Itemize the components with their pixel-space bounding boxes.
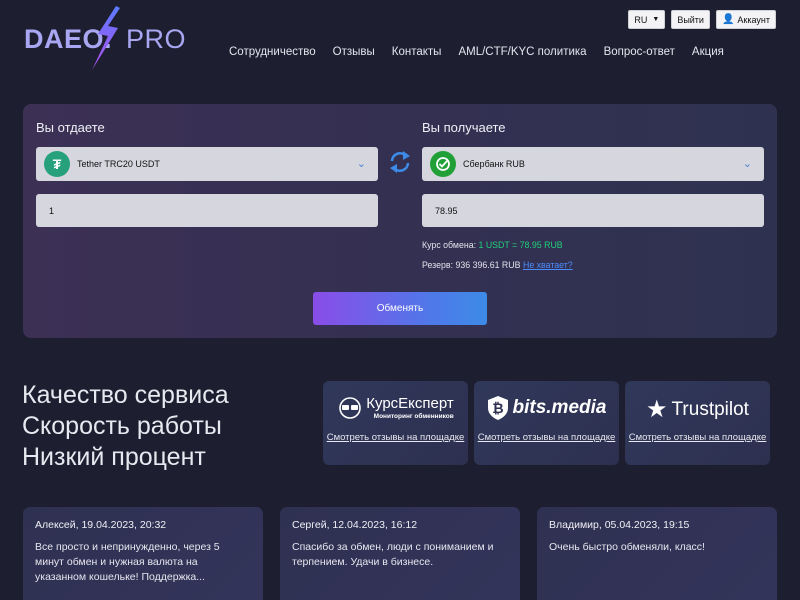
- hero-slogan: Качество сервиса Скорость работы Низкий …: [22, 380, 229, 473]
- badge-bitsmedia: ₿ bits.media Смотреть отзывы на площадке: [474, 381, 619, 465]
- get-currency-select[interactable]: Сбербанк RUB ⌄: [422, 147, 764, 181]
- site-logo[interactable]: DAEO. PRO: [22, 6, 186, 70]
- hero-line: Качество сервиса: [22, 381, 229, 409]
- nav-item-promo[interactable]: Акция: [692, 46, 724, 58]
- nav-item-aml-policy[interactable]: AML/CTF/KYC политика: [458, 46, 586, 58]
- kursexpert-reviews-link[interactable]: Смотреть отзывы на площадке: [323, 432, 468, 444]
- badge-trustpilot: ★ Trustpilot Смотреть отзывы на площадке: [625, 381, 770, 465]
- review-card: Владимир, 05.04.2023, 19:15 Очень быстро…: [537, 507, 777, 600]
- kursexpert-subtitle: Мониторинг обменников: [373, 413, 454, 420]
- bitsmedia-name: bits.media: [512, 397, 607, 418]
- rate-value: 1 USDT = 78.95 RUB: [478, 240, 563, 250]
- review-author-date: Алексей, 19.04.2023, 20:32: [35, 519, 167, 531]
- language-select[interactable]: RU ▼: [628, 10, 666, 29]
- review-card: Сергей, 12.04.2023, 16:12 Спасибо за обм…: [280, 507, 520, 600]
- account-label: Аккаунт: [737, 14, 770, 25]
- chevron-down-icon: ⌄: [356, 158, 366, 170]
- kursexpert-name: КурсЕксперт: [366, 395, 454, 412]
- give-currency-value: Tether TRC20 USDT: [77, 159, 160, 169]
- reserve-label: Резерв: 936 396.61 RUB: [422, 260, 521, 270]
- svg-text:₿: ₿: [492, 400, 503, 416]
- bitcoin-shield-icon: ₿: [487, 396, 508, 420]
- chevron-down-icon: ⌄: [742, 158, 752, 170]
- get-title: Вы получаете: [422, 120, 506, 135]
- lightning-logo-icon: [92, 6, 120, 70]
- badge-kursexpert: КурсЕксперт Мониторинг обменников Смотре…: [323, 381, 468, 465]
- give-title: Вы отдаете: [36, 120, 105, 135]
- nav-item-faq[interactable]: Вопрос-ответ: [604, 46, 675, 58]
- logo-pro-text: PRO: [126, 24, 187, 54]
- reserve-info: Резерв: 936 396.61 RUB Не хватает?: [422, 260, 573, 270]
- logout-button[interactable]: Выйти: [671, 10, 710, 29]
- review-text: Очень быстро обменяли, класс!: [549, 541, 705, 553]
- sberbank-icon: [430, 151, 456, 177]
- nav-item-reviews[interactable]: Отзывы: [333, 46, 375, 58]
- get-amount-input[interactable]: 78.95: [422, 194, 764, 227]
- main-nav: Сотрудничество Отзывы Контакты AML/CTF/K…: [229, 46, 724, 58]
- caret-down-icon: ▼: [652, 16, 660, 23]
- hero-line: Низкий процент: [22, 443, 206, 471]
- kursexpert-glasses-icon: [339, 396, 362, 419]
- trustpilot-name: Trustpilot: [671, 398, 749, 420]
- review-text: Все просто и непринужденно, через 5 мину…: [35, 541, 220, 583]
- star-icon: ★: [646, 396, 668, 423]
- not-enough-link[interactable]: Не хватает?: [523, 260, 573, 270]
- hero-line: Скорость работы: [22, 412, 222, 440]
- nav-item-contacts[interactable]: Контакты: [392, 46, 442, 58]
- nav-item-partnership[interactable]: Сотрудничество: [229, 46, 316, 58]
- review-card: Алексей, 19.04.2023, 20:32 Все просто и …: [23, 507, 263, 600]
- give-currency-select[interactable]: ₮ Tether TRC20 USDT ⌄: [36, 147, 378, 181]
- exchange-panel: Вы отдаете Вы получаете ₮ Tether TRC20 U…: [23, 104, 777, 338]
- rate-label: Курс обмена:: [422, 240, 477, 250]
- get-currency-value: Сбербанк RUB: [463, 159, 525, 169]
- exchange-rate: Курс обмена: 1 USDT = 78.95 RUB: [422, 240, 563, 250]
- bitsmedia-reviews-link[interactable]: Смотреть отзывы на площадке: [474, 432, 619, 444]
- user-icon: 👤: [721, 14, 735, 25]
- give-amount-input[interactable]: 1: [36, 194, 378, 227]
- swap-icon[interactable]: [386, 148, 414, 176]
- exchange-button[interactable]: Обменять: [313, 292, 487, 325]
- review-author-date: Владимир, 05.04.2023, 19:15: [549, 519, 690, 531]
- account-button[interactable]: 👤 Аккаунт: [715, 10, 776, 29]
- tether-icon: ₮: [44, 151, 70, 177]
- trustpilot-reviews-link[interactable]: Смотреть отзывы на площадке: [625, 432, 770, 444]
- language-value: RU: [634, 14, 648, 25]
- review-text: Спасибо за обмен, люди с пониманием и те…: [292, 541, 494, 568]
- review-author-date: Сергей, 12.04.2023, 16:12: [292, 519, 418, 531]
